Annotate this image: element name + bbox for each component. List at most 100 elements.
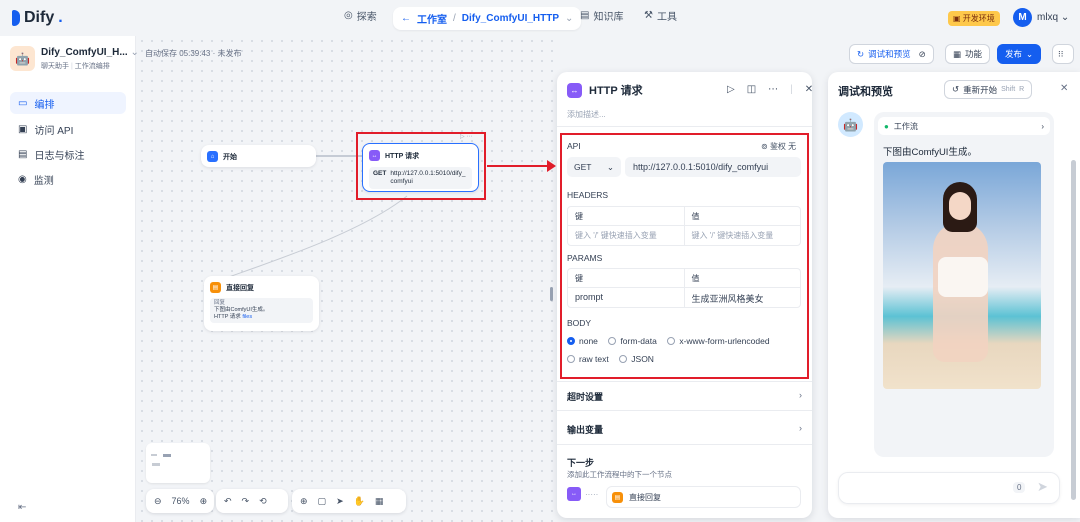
answer-node[interactable]: ▤ 直接回复 回复 下图由ComfyUI生成。 HTTP 请求 files [204,276,319,331]
sidebar: 🤖 Dify_ComfyUI_H... ⌄ 聊天助手 | 工作流编排 ▭ 编排 … [0,36,139,522]
add-node-icon[interactable]: ⊕ [300,496,308,507]
chevron-right-icon: › [799,390,802,400]
avatar[interactable]: M [1013,8,1032,27]
more-button[interactable]: ⁝⁝ [1052,44,1074,64]
more-icon[interactable]: ⋯ [768,84,778,95]
env-badge: ▣ 开发环境 [948,11,1000,26]
env-icon: ▣ [953,14,961,23]
restart-icon: ↺ [952,84,960,94]
start-node[interactable]: ⌂ 开始 [201,145,316,167]
chevron-down-icon: ⌄ [565,13,574,24]
undo-icon[interactable]: ↶ [224,496,232,507]
run-preview-button[interactable]: ↻ 调试和预览 ⊘ [849,44,934,64]
log-icon: ▤ [18,148,28,160]
preview-title: 调试和预览 [838,86,893,98]
http-icon: ↔ [567,82,582,98]
minimap[interactable] [146,443,210,483]
restart-button[interactable]: ↺ 重新开始 Shift R [944,80,1033,99]
zoom-level[interactable]: 76% [172,496,190,506]
close-icon[interactable]: ✕ [805,84,813,95]
generated-image[interactable] [883,162,1041,389]
zoom-in-icon[interactable]: ⊕ [200,496,208,507]
answer-icon: ▤ [210,282,221,293]
chevron-right-icon: › [1041,121,1044,131]
bot-message: ● 工作流 › 下图由ComfyUI生成。 [874,112,1054,457]
message-text: 下图由ComfyUI生成。 [883,147,977,158]
next-node-item[interactable]: ▤ 直接回复 [606,486,801,508]
logo-text: Dify [24,9,55,26]
char-count: 0 [1013,482,1026,493]
panel-title[interactable]: HTTP 请求 [589,82,643,98]
nav-explore[interactable]: ◎ 探索 [344,8,377,23]
nav-studio[interactable]: ← 工作室 / Dify_ComfyUI_HTTP ⌄ [393,7,582,30]
panel-resize-handle[interactable] [550,287,553,301]
node-actions[interactable]: ▷ ⋯ [460,133,472,140]
preview-panel: 调试和预览 ↺ 重新开始 Shift R ✕ 🤖 ● 工作流 › 下图由Comf… [828,72,1080,518]
sidebar-item-orchestrate[interactable]: ▭ 编排 [10,92,126,114]
highlight-box-node [356,132,486,200]
app-name[interactable]: Dify_ComfyUI_H... ⌄ [41,47,139,58]
refresh-icon: ↻ [857,48,865,59]
play-icon[interactable]: ▷ [727,84,735,95]
zoom-toolbar: ⊖ 76% ⊕ [146,489,214,513]
logo-mark-icon [12,10,20,26]
tool-icon: ⚒ [644,10,653,21]
pointer-icon[interactable]: ➤ [336,496,344,507]
next-step-flow: ↔ ····· [567,487,598,501]
publish-button[interactable]: 发布 ⌄ [997,44,1042,64]
panel-title-row: ↔ HTTP 请求 [567,82,643,98]
timeout-settings[interactable]: 超时设置 › [567,390,802,403]
monitor-icon: ◉ [18,173,27,185]
features-button[interactable]: ▦ 功能 [945,44,991,64]
sidebar-item-monitor[interactable]: ◉ 监测 [10,168,126,190]
chat-input[interactable]: 0 ➤ [838,472,1060,504]
book-icon[interactable]: ◫ [747,84,756,95]
next-step-title: 下一步 [567,458,595,468]
close-icon[interactable]: ✕ [1060,83,1068,94]
edge-http-answer [203,195,408,287]
orchestrate-icon: ▭ [18,97,28,109]
hand-icon[interactable]: ✋ [354,496,365,507]
home-icon: ⌂ [207,151,218,162]
canvas-toolbar: ⊕ ▢ ➤ ✋ ▦ [292,489,406,513]
bot-avatar: 🤖 [838,112,863,137]
dify-logo[interactable]: Dify. [12,9,63,27]
collapse-sidebar-icon[interactable]: ⇤ [18,502,26,513]
zoom-out-icon[interactable]: ⊖ [154,496,162,507]
panel-actions: ▷ ◫ ⋯ | ✕ [727,84,814,95]
http-icon: ↔ [567,487,581,501]
book-icon: ▤ [580,10,590,21]
nav-tools[interactable]: ⚒ 工具 [644,8,677,23]
top-bar: Dify. ◎ 探索 ← 工作室 / Dify_ComfyUI_HTTP ⌄ ▤… [0,0,1080,36]
chevron-down-icon: ⌄ [1060,12,1070,23]
chevron-right-icon: › [799,423,802,433]
apps-icon: ⁝⁝ [1058,48,1064,59]
answer-content: 回复 下图由ComfyUI生成。 HTTP 请求 files [210,298,313,323]
layout-icon[interactable]: ▦ [375,496,384,507]
studio-pill[interactable]: ← 工作室 / Dify_ComfyUI_HTTP ⌄ [393,7,582,30]
compass-icon: ◎ [344,10,353,21]
history-icon[interactable]: ⟲ [259,496,267,507]
arrow-left-icon: ← [401,13,411,24]
highlight-box-panel [560,133,809,379]
send-icon[interactable]: ➤ [1037,479,1048,495]
output-variables[interactable]: 输出变量 › [567,423,802,436]
sidebar-item-api[interactable]: ▣ 访问 API [10,118,126,140]
check-circle-icon: ● [884,121,889,131]
history-toolbar: ↶ ↷ ⟲ [216,489,288,513]
note-icon[interactable]: ▢ [318,496,327,507]
username[interactable]: mlxq ⌄ [1037,12,1069,23]
app-avatar: 🤖 [10,46,35,71]
next-step-desc: 添加此工作流程中的下一个节点 [567,470,672,479]
breadcrumb-app[interactable]: Dify_ComfyUI_HTTP [462,13,559,24]
nav-knowledge[interactable]: ▤ 知识库 [580,8,623,23]
sidebar-item-logs[interactable]: ▤ 日志与标注 [10,143,126,165]
red-arrow-head [547,160,556,172]
chevron-down-icon: ⌄ [1026,48,1034,59]
scrollbar[interactable] [1071,160,1076,500]
workflow-tag[interactable]: ● 工作流 › [878,117,1050,135]
grid-icon: ▦ [953,48,962,59]
description-input[interactable]: 添加描述... [567,109,606,120]
checklist-icon: ⊘ [918,48,926,59]
redo-icon[interactable]: ↷ [242,496,250,507]
